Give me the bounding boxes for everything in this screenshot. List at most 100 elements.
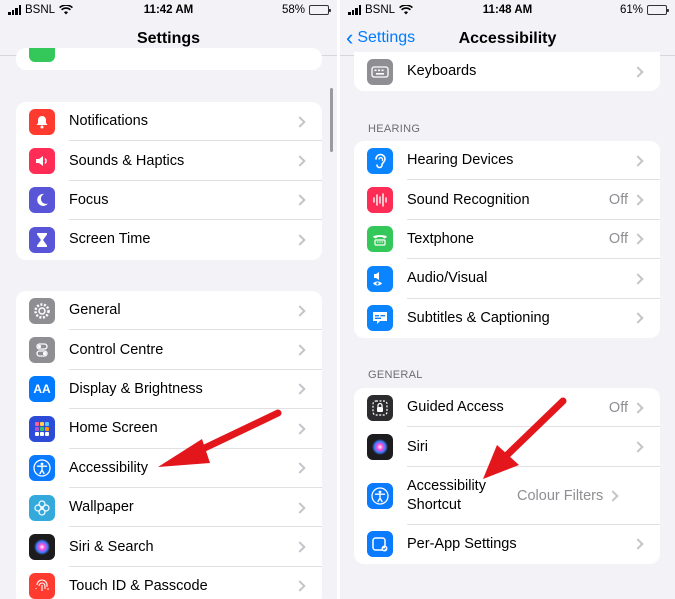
row-value: Off [608, 192, 628, 209]
chevron-right-icon [294, 541, 306, 553]
chevron-right-icon [294, 194, 306, 207]
settings-row-touch-id-passcode[interactable]: Touch ID & Passcode [16, 567, 322, 599]
partial-group [16, 48, 322, 70]
settings-row-accessibility-shortcut[interactable]: Accessibility Shortcut Colour Filters [354, 467, 660, 525]
settings-row-siri-search[interactable]: Siri & Search [16, 527, 322, 568]
row-value: Off [608, 399, 628, 416]
scrollbar[interactable] [330, 88, 333, 152]
row-label: Sounds & Haptics [69, 152, 185, 169]
row-label: Touch ID & Passcode [69, 578, 208, 594]
row-label: Subtitles & Captioning [407, 309, 550, 326]
chevron-right-icon [632, 273, 644, 285]
battery-percent: 61% [619, 4, 643, 16]
chevron-right-icon [294, 305, 306, 317]
settings-group-keyboards: Keyboards [354, 52, 660, 92]
page-title: Accessibility [458, 30, 557, 47]
settings-row-guided-access[interactable]: Guided Access Off [354, 388, 660, 428]
row-label: Accessibility [69, 459, 148, 476]
section-header-general: GENERAL [368, 369, 423, 381]
chevron-right-icon [294, 501, 306, 514]
settings-group-general: General Control Centre AA Display & Brightn… [16, 291, 322, 599]
settings-row-keyboards[interactable]: Keyboards [354, 52, 660, 91]
chevron-right-icon [294, 423, 306, 435]
status-bar: BSNL 11:42 AM 58% [0, 0, 337, 22]
chevron-right-icon [294, 234, 306, 246]
moon-icon [29, 187, 55, 214]
grid-icon [29, 415, 55, 442]
settings-row-per-app-settings[interactable]: Per-App Settings [354, 525, 660, 564]
settings-row-hearing-devices[interactable]: Hearing Devices [354, 141, 660, 181]
row-label: Focus [69, 192, 109, 209]
chevron-right-icon [632, 441, 644, 453]
chevron-right-icon [632, 66, 644, 78]
page-title: Settings [136, 30, 201, 47]
settings-row-subtitles-captioning[interactable]: Subtitles & Captioning [354, 299, 660, 338]
row-label: Hearing Devices [407, 152, 514, 169]
row-value: Colour Filters [517, 487, 604, 504]
siri-icon [367, 434, 393, 461]
keyboard-icon [367, 58, 393, 85]
settings-row-display-brightness[interactable]: AA Display & Brightness [16, 370, 322, 410]
text-size-icon: AA [29, 376, 55, 403]
battery-info: 61% [619, 4, 669, 16]
siri-icon [29, 534, 55, 561]
settings-row-textphone[interactable]: Textphone Off [354, 220, 660, 260]
settings-screen: BSNL 11:42 AM 58% Settings Notifications… [0, 0, 337, 599]
chevron-right-icon [294, 383, 306, 396]
chevron-right-icon [294, 462, 306, 474]
settings-row-audio-visual[interactable]: Audio/Visual [354, 259, 660, 299]
lock-icon [367, 394, 393, 421]
row-label: Guided Access [407, 399, 504, 416]
row-value: Off [608, 231, 628, 248]
app-icon-partial [29, 48, 55, 62]
row-label: Keyboards [407, 63, 477, 80]
toggles-icon [29, 337, 55, 364]
chevron-right-icon [294, 116, 306, 128]
accessibility-screen: BSNL 11:48 AM 61% ‹ Settings Accessibili… [340, 0, 675, 599]
accessibility-icon [29, 455, 55, 482]
tty-icon [367, 226, 393, 253]
chevron-right-icon [632, 155, 644, 167]
caption-icon [367, 305, 393, 332]
settings-row-wallpaper[interactable]: Wallpaper [16, 488, 322, 528]
section-header-hearing: HEARING [368, 123, 421, 135]
settings-row-notifications[interactable]: Notifications [16, 102, 322, 142]
speaker-icon [29, 148, 55, 175]
settings-row-focus[interactable]: Focus [16, 181, 322, 221]
chevron-right-icon [632, 312, 644, 324]
row-label: Per-App Settings [407, 536, 517, 553]
waveform-icon [367, 187, 393, 214]
settings-row-siri[interactable]: Siri [354, 427, 660, 468]
chevron-right-icon [294, 344, 306, 356]
settings-row-sounds-haptics[interactable]: Sounds & Haptics [16, 141, 322, 182]
accessibility-icon [367, 482, 393, 509]
row-label: Siri & Search [69, 538, 154, 555]
battery-percent: 58% [281, 4, 305, 16]
row-label: Audio/Visual [407, 270, 488, 287]
row-label: Display & Brightness [69, 381, 203, 398]
chevron-right-icon [632, 233, 644, 246]
settings-row-general[interactable]: General [16, 291, 322, 331]
settings-group-notifications: Notifications Sounds & Haptics Focus Screen… [16, 102, 322, 260]
chevron-right-icon [294, 580, 306, 593]
chevron-right-icon [632, 194, 644, 206]
hourglass-icon [29, 226, 55, 253]
settings-row-home-screen[interactable]: Home Screen [16, 409, 322, 449]
fingerprint-icon [29, 573, 55, 599]
settings-row-screen-time[interactable]: Screen Time [16, 220, 322, 259]
row-label: Sound Recognition [407, 191, 530, 208]
row-label: Accessibility Shortcut [407, 477, 486, 513]
app-settings-icon [367, 531, 393, 558]
gear-icon [29, 297, 55, 324]
status-bar: BSNL 11:48 AM 61% [340, 0, 675, 22]
row-label: Screen Time [69, 231, 151, 248]
settings-row-sound-recognition[interactable]: Sound Recognition Off [354, 180, 660, 221]
row-label: Control Centre [69, 341, 164, 358]
settings-row-control-centre[interactable]: Control Centre [16, 330, 322, 371]
speaker-eye-icon [367, 265, 393, 292]
settings-row-accessibility[interactable]: Accessibility [16, 449, 322, 489]
row-label: Wallpaper [69, 499, 134, 516]
ear-icon [367, 147, 393, 174]
chevron-right-icon [632, 402, 644, 414]
flower-icon [29, 494, 55, 521]
